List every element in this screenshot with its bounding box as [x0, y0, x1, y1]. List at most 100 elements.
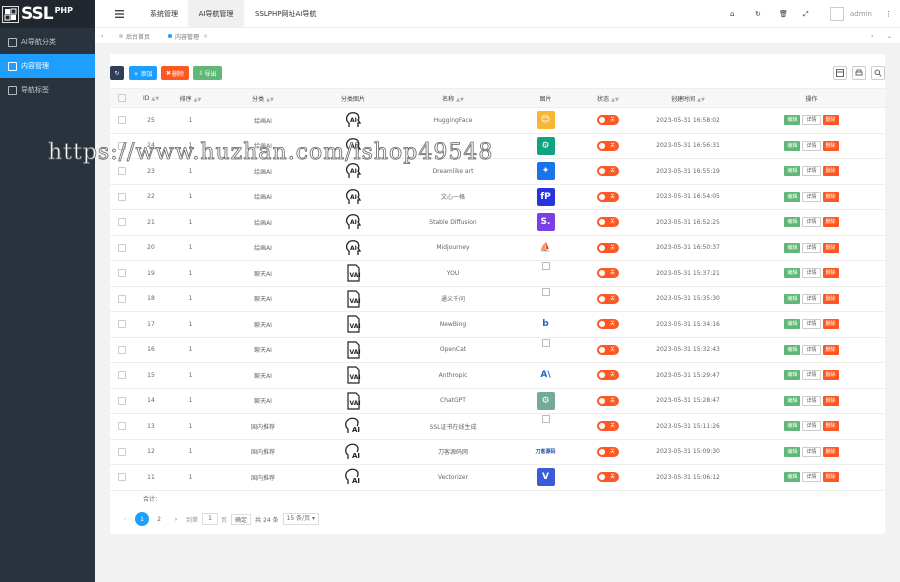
- edit-button[interactable]: 编辑: [784, 140, 801, 151]
- row-status[interactable]: 关: [578, 260, 638, 287]
- detail-button[interactable]: 详情: [802, 242, 821, 253]
- row-checkbox[interactable]: [110, 413, 134, 440]
- status-toggle[interactable]: 关: [597, 242, 619, 253]
- delete-button[interactable]: 删除: [822, 446, 839, 457]
- status-toggle[interactable]: 关: [597, 115, 619, 126]
- prev-page-button[interactable]: ‹: [118, 512, 132, 526]
- tabs-next-button[interactable]: ›: [871, 28, 873, 44]
- select-all-checkbox[interactable]: [110, 88, 134, 108]
- row-checkbox[interactable]: [110, 388, 134, 414]
- row-status[interactable]: 关: [578, 133, 638, 159]
- row-status[interactable]: 关: [578, 439, 638, 465]
- detail-button[interactable]: 详情: [802, 217, 821, 228]
- sidebar-item-tags[interactable]: 导航标签: [0, 78, 95, 102]
- status-toggle[interactable]: 关: [597, 319, 619, 330]
- edit-button[interactable]: 编辑: [784, 446, 801, 457]
- row-checkbox[interactable]: [110, 107, 134, 134]
- detail-button[interactable]: 详情: [802, 472, 821, 483]
- row-status[interactable]: 关: [578, 388, 638, 414]
- row-status[interactable]: 关: [578, 158, 638, 185]
- detail-button[interactable]: 详情: [802, 140, 821, 151]
- row-checkbox[interactable]: [110, 464, 134, 491]
- more-button[interactable]: ⋮: [885, 0, 892, 28]
- row-checkbox[interactable]: [110, 362, 134, 389]
- confirm-button[interactable]: 确定: [231, 513, 252, 525]
- tabs-prev-button[interactable]: ‹: [101, 28, 103, 44]
- delete-button[interactable]: 删除: [822, 370, 839, 381]
- edit-button[interactable]: 编辑: [784, 344, 801, 355]
- row-status[interactable]: 关: [578, 464, 638, 491]
- delete-button[interactable]: 删除: [822, 115, 839, 126]
- delete-button[interactable]: 删除: [822, 421, 839, 432]
- row-status[interactable]: 关: [578, 286, 638, 312]
- detail-button[interactable]: 详情: [802, 395, 821, 406]
- row-checkbox[interactable]: [110, 286, 134, 312]
- status-toggle[interactable]: 关: [597, 217, 619, 228]
- delete-button[interactable]: 删除: [822, 319, 839, 330]
- delete-button[interactable]: 删除: [822, 140, 839, 151]
- detail-button[interactable]: 详情: [802, 446, 821, 457]
- delete-button[interactable]: 删除: [822, 293, 839, 304]
- detail-button[interactable]: 详情: [802, 344, 821, 355]
- row-checkbox[interactable]: [110, 209, 134, 236]
- delete-button[interactable]: 删除: [822, 344, 839, 355]
- row-checkbox[interactable]: [110, 158, 134, 185]
- columns-button[interactable]: [833, 66, 847, 80]
- status-toggle[interactable]: 关: [597, 140, 619, 151]
- row-checkbox[interactable]: [110, 184, 134, 210]
- edit-button[interactable]: 编辑: [784, 395, 801, 406]
- batch-delete-button[interactable]: ✖ 删除: [161, 66, 189, 80]
- delete-button[interactable]: 删除: [822, 217, 839, 228]
- delete-button[interactable]: 删除: [822, 395, 839, 406]
- detail-button[interactable]: 详情: [802, 191, 821, 202]
- refresh-button[interactable]: ↻: [755, 0, 761, 28]
- row-status[interactable]: 关: [578, 209, 638, 236]
- edit-button[interactable]: 编辑: [784, 217, 801, 228]
- edit-button[interactable]: 编辑: [784, 166, 801, 177]
- col-created[interactable]: 创建时间 ▲▼: [638, 88, 738, 108]
- status-toggle[interactable]: 关: [597, 191, 619, 202]
- status-toggle[interactable]: 关: [597, 395, 619, 406]
- edit-button[interactable]: 编辑: [784, 115, 801, 126]
- status-toggle[interactable]: 关: [597, 268, 619, 279]
- add-button[interactable]: + 添加: [129, 66, 157, 80]
- detail-button[interactable]: 详情: [802, 166, 821, 177]
- print-button[interactable]: [852, 66, 866, 80]
- detail-button[interactable]: 详情: [802, 319, 821, 330]
- detail-button[interactable]: 详情: [802, 370, 821, 381]
- row-checkbox[interactable]: [110, 260, 134, 287]
- user-menu[interactable]: admin: [830, 0, 872, 28]
- edit-button[interactable]: 编辑: [784, 319, 801, 330]
- col-id[interactable]: ID ▲▼: [134, 88, 168, 108]
- delete-button[interactable]: 删除: [822, 191, 839, 202]
- delete-button[interactable]: 删除: [822, 242, 839, 253]
- export-button[interactable]: ⇩ 导出: [193, 66, 222, 80]
- status-toggle[interactable]: 关: [597, 472, 619, 483]
- tab-sslphp[interactable]: SSLPHP网址AI导航: [255, 0, 316, 28]
- status-toggle[interactable]: 关: [597, 421, 619, 432]
- col-sort[interactable]: 排序 ▲▼: [168, 88, 213, 108]
- refresh-table-button[interactable]: ↻: [110, 66, 124, 80]
- edit-button[interactable]: 编辑: [784, 268, 801, 279]
- page-1-button[interactable]: 1: [135, 512, 149, 526]
- home-button[interactable]: ⌂: [730, 0, 734, 28]
- col-status[interactable]: 状态 ▲▼: [578, 88, 638, 108]
- detail-button[interactable]: 详情: [802, 268, 821, 279]
- row-checkbox[interactable]: [110, 133, 134, 159]
- row-checkbox[interactable]: [110, 439, 134, 465]
- row-status[interactable]: 关: [578, 413, 638, 440]
- row-status[interactable]: 关: [578, 107, 638, 134]
- sidebar-item-ai-category[interactable]: AI导航分类: [0, 30, 95, 54]
- edit-button[interactable]: 编辑: [784, 370, 801, 381]
- row-status[interactable]: 关: [578, 235, 638, 261]
- col-category[interactable]: 分类 ▲▼: [213, 88, 313, 108]
- tab-ai-nav[interactable]: AI导航管理: [188, 0, 244, 28]
- clear-cache-button[interactable]: 🗑: [779, 0, 788, 28]
- detail-button[interactable]: 详情: [802, 293, 821, 304]
- tab-content[interactable]: 内容管理 ×: [168, 28, 208, 44]
- row-checkbox[interactable]: [110, 311, 134, 338]
- status-toggle[interactable]: 关: [597, 370, 619, 381]
- tab-system[interactable]: 系统管理: [150, 0, 178, 28]
- delete-button[interactable]: 删除: [822, 472, 839, 483]
- page-input[interactable]: 1: [202, 513, 219, 525]
